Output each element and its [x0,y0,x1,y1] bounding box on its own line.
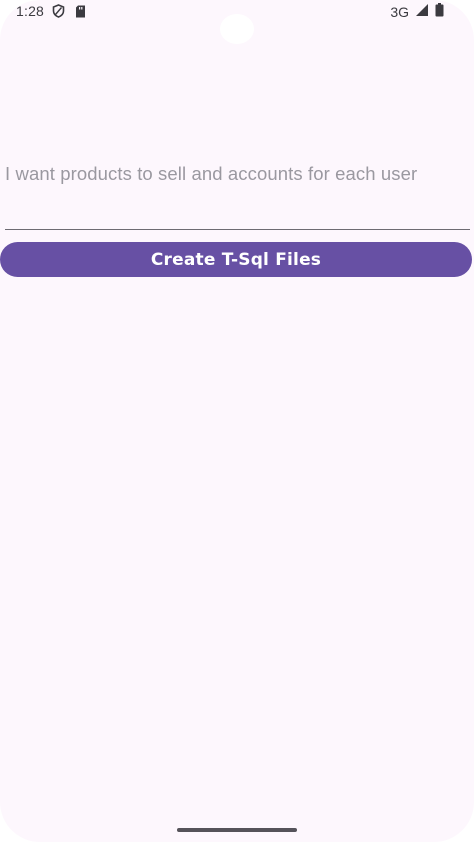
battery-icon [435,3,444,20]
signal-icon [415,3,429,20]
camera-cutout [220,14,254,44]
screen: 1:28 3G I want products to sell and acco… [0,0,474,842]
sd-card-icon [75,5,86,21]
status-right: 3G [390,3,444,20]
app-surface [0,0,474,842]
prompt-input[interactable]: I want products to sell and accounts for… [5,163,467,184]
create-tsql-files-button[interactable]: Create T-Sql Files [0,242,472,277]
input-underline [5,229,470,230]
network-type: 3G [390,3,409,20]
status-left-icons [52,4,86,21]
home-indicator[interactable] [177,828,297,832]
shield-icon [52,4,65,21]
status-time: 1:28 [16,3,45,19]
